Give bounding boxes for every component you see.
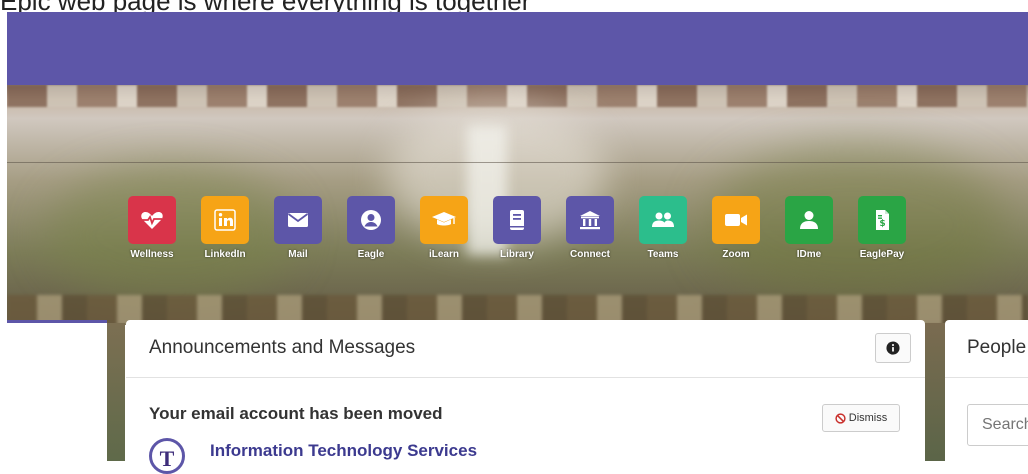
sender-link[interactable]: Information Technology Services bbox=[210, 441, 477, 461]
announcements-header: Announcements and Messages bbox=[126, 320, 925, 378]
quick-link-label: Teams bbox=[647, 249, 679, 260]
announcements-title: Announcements and Messages bbox=[149, 337, 416, 358]
linkedin-icon bbox=[201, 196, 249, 244]
quick-link-label: iLearn bbox=[428, 249, 459, 260]
envelope-icon bbox=[274, 196, 322, 244]
video-camera-icon bbox=[712, 196, 760, 244]
info-button[interactable] bbox=[875, 333, 911, 363]
people-header: People bbox=[945, 320, 1028, 378]
users-icon bbox=[639, 196, 687, 244]
quick-link-idme[interactable]: IDme bbox=[777, 196, 841, 260]
people-search-input[interactable] bbox=[967, 404, 1028, 446]
sender-avatar-letter: T bbox=[159, 446, 175, 471]
quick-link-library[interactable]: Library bbox=[485, 196, 549, 260]
people-card: People bbox=[945, 320, 1028, 461]
quick-link-teams[interactable]: Teams bbox=[631, 196, 695, 260]
book-icon bbox=[493, 196, 541, 244]
quick-link-eaglepay[interactable]: $ EaglePay bbox=[850, 196, 914, 260]
svg-text:$: $ bbox=[879, 219, 885, 229]
sender-avatar: T bbox=[149, 438, 185, 474]
info-circle-icon bbox=[886, 341, 900, 355]
hero-rooftops bbox=[7, 85, 1028, 107]
ban-icon bbox=[835, 412, 846, 424]
dismiss-button[interactable]: Dismiss bbox=[822, 404, 900, 432]
quick-link-mail[interactable]: Mail bbox=[266, 196, 330, 260]
quick-link-label: Mail bbox=[288, 249, 308, 260]
left-panel bbox=[7, 323, 107, 461]
user-icon bbox=[785, 196, 833, 244]
quick-link-label: Connect bbox=[570, 249, 610, 260]
dismiss-label: Dismiss bbox=[848, 412, 888, 424]
quick-link-label: Wellness bbox=[130, 249, 174, 260]
quick-link-label: Library bbox=[500, 249, 534, 260]
hero-divider bbox=[7, 162, 1028, 163]
graduation-cap-icon bbox=[420, 196, 468, 244]
people-title: People bbox=[967, 337, 1027, 358]
top-header-bar bbox=[7, 12, 1028, 85]
announcements-card: Announcements and Messages Your email ac… bbox=[126, 320, 925, 474]
heartbeat-icon bbox=[128, 196, 176, 244]
quick-link-label: EaglePay bbox=[859, 249, 905, 260]
institution-icon bbox=[566, 196, 614, 244]
quick-link-label: LinkedIn bbox=[204, 249, 246, 260]
message-title: Your email account has been moved bbox=[149, 404, 443, 423]
quick-link-connect[interactable]: Connect bbox=[558, 196, 622, 260]
quick-link-wellness[interactable]: Wellness bbox=[120, 196, 184, 260]
quick-link-label: Eagle bbox=[357, 249, 385, 260]
receipt-icon: $ bbox=[858, 196, 906, 244]
quick-link-zoom[interactable]: Zoom bbox=[704, 196, 768, 260]
quick-link-label: IDme bbox=[796, 249, 822, 260]
user-circle-icon bbox=[347, 196, 395, 244]
quick-link-eagle[interactable]: Eagle bbox=[339, 196, 403, 260]
quick-link-label: Zoom bbox=[722, 249, 750, 260]
quick-link-linkedin[interactable]: LinkedIn bbox=[193, 196, 257, 260]
quick-link-ilearn[interactable]: iLearn bbox=[412, 196, 476, 260]
